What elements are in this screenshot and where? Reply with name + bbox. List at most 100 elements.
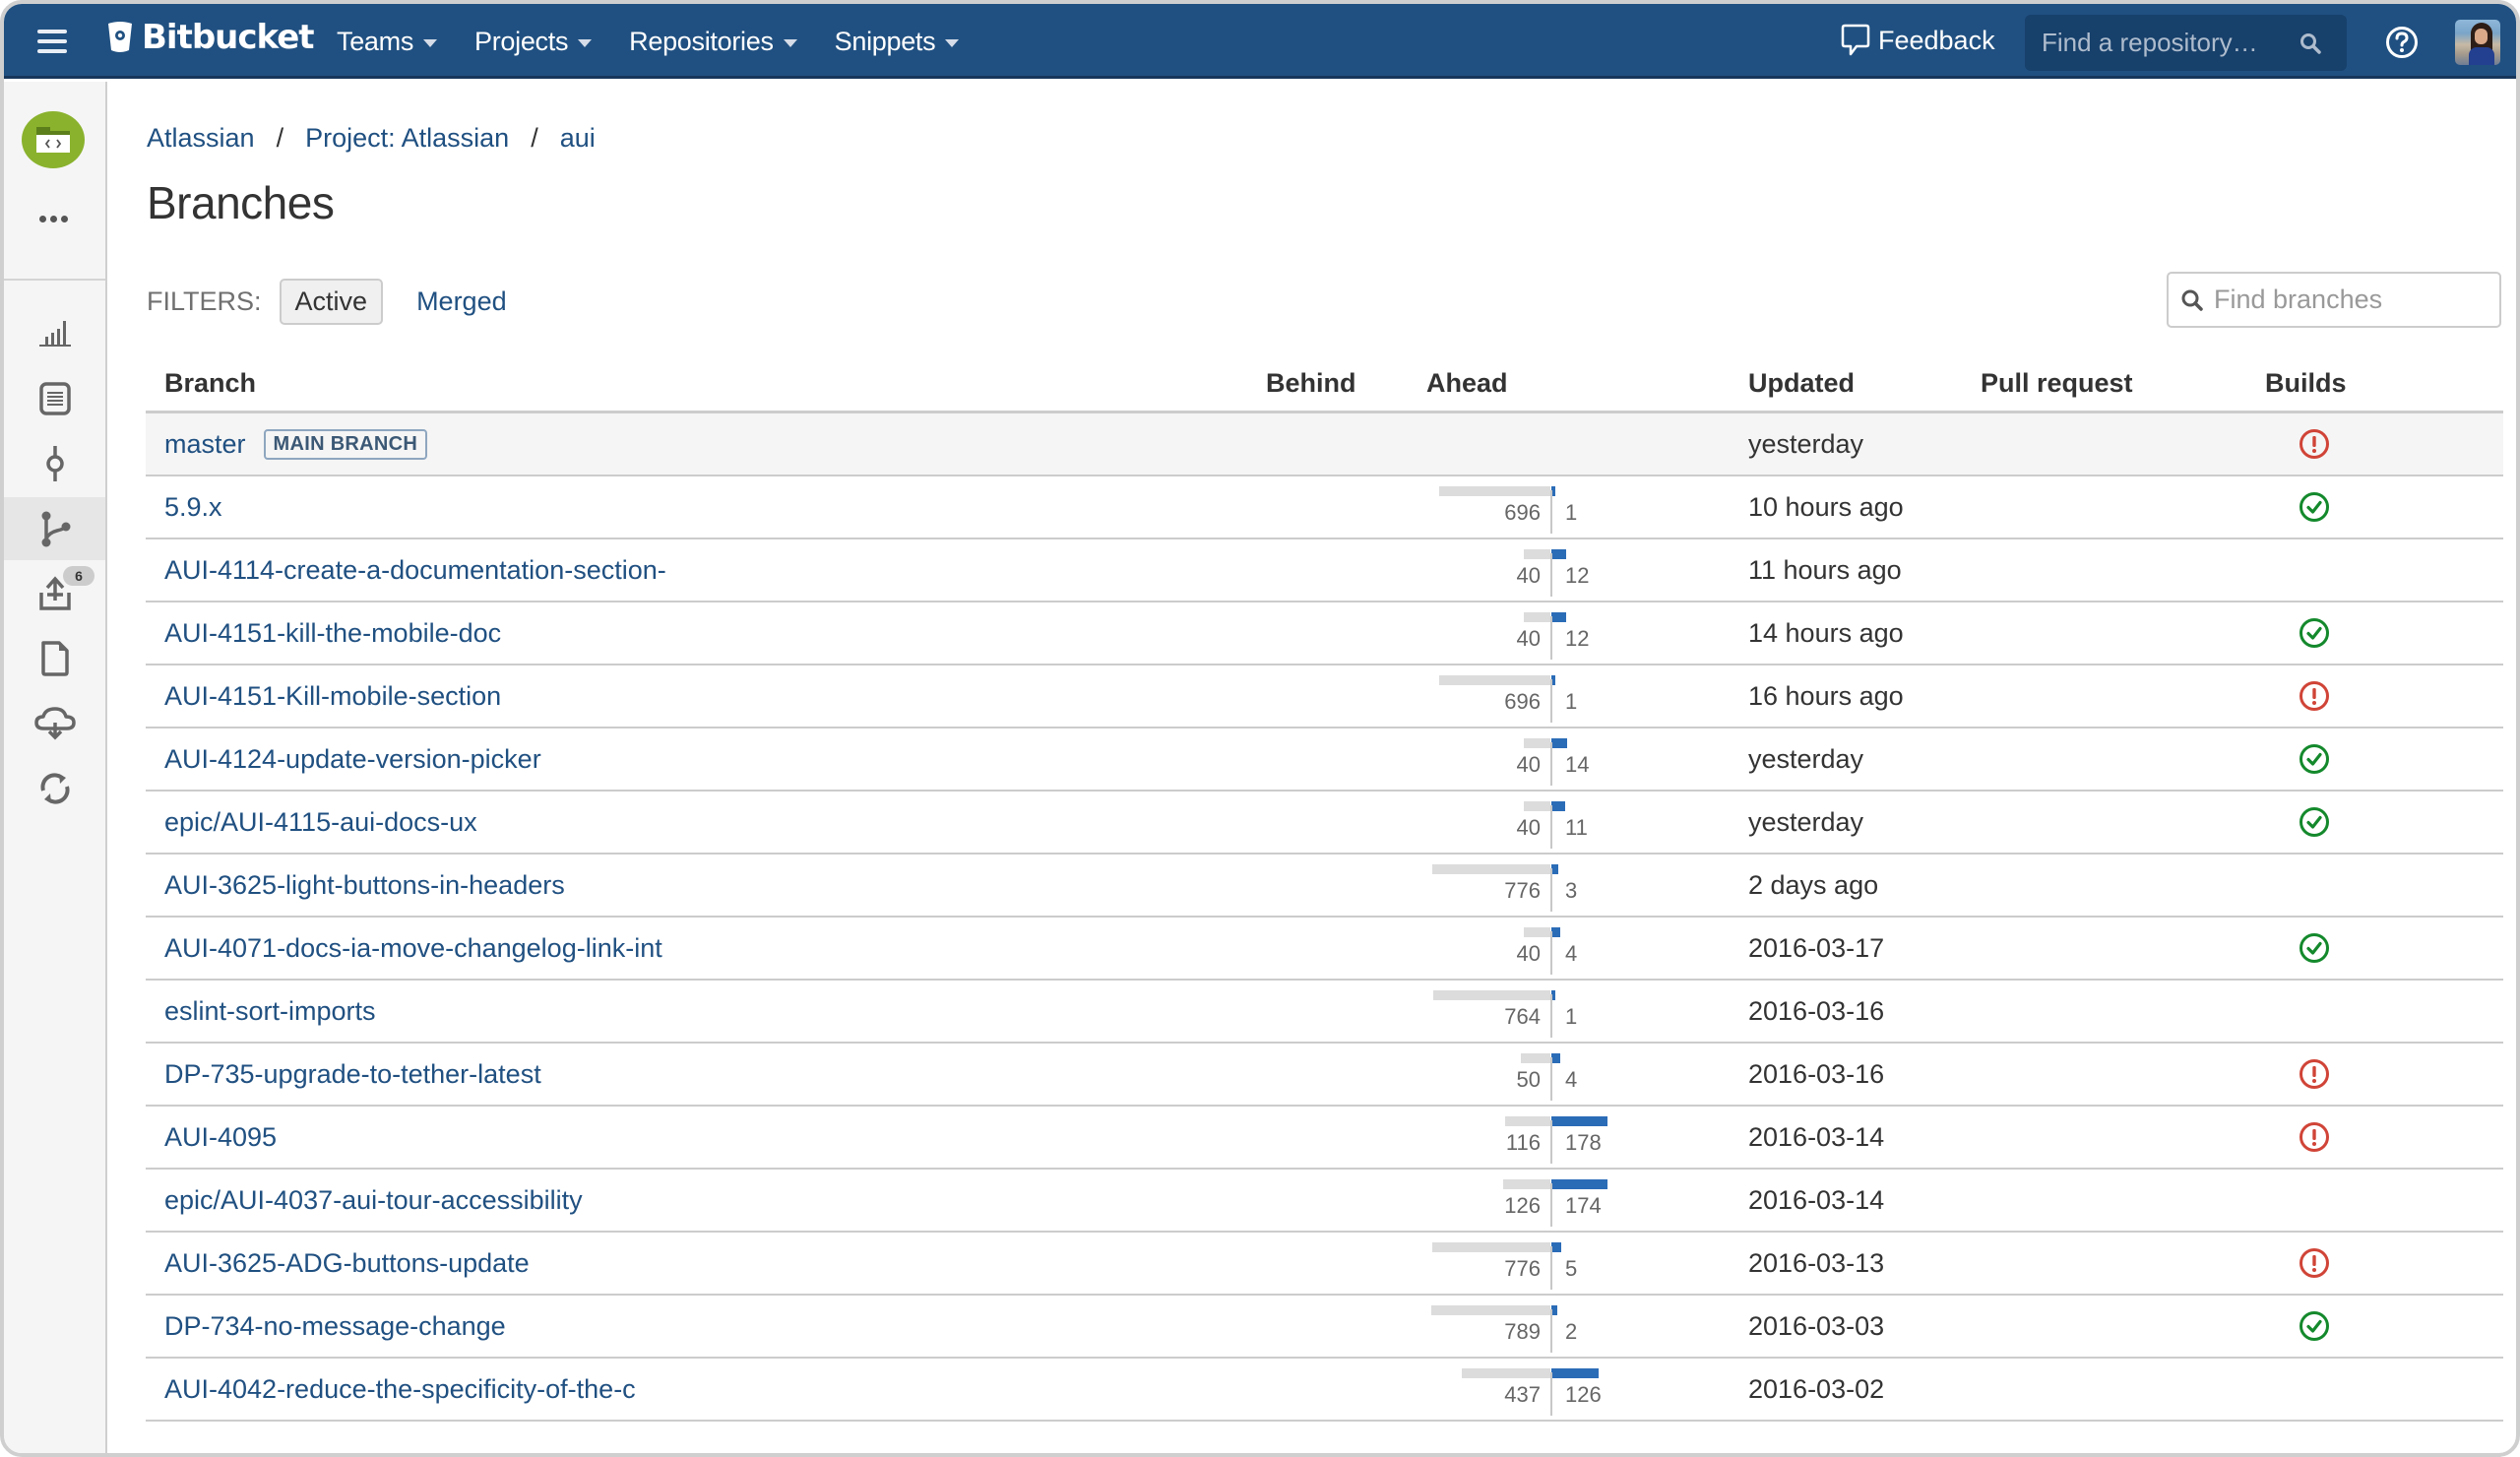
filter-merged-link[interactable]: Merged	[416, 286, 507, 317]
table-row: AUI-3625-ADG-buttons-update 776 5 2016-03-1…	[146, 1233, 2503, 1296]
branch-link[interactable]: DP-735-upgrade-to-tether-latest	[164, 1059, 541, 1090]
branch-link[interactable]: AUI-4114-create-a-documentation-section-	[164, 555, 666, 586]
branch-cell: AUI-3625-ADG-buttons-update	[164, 1233, 530, 1294]
help-icon	[2386, 27, 2418, 58]
branch-link[interactable]: epic/AUI-4115-aui-docs-ux	[164, 807, 477, 838]
column-pull-request[interactable]: Pull request	[1981, 368, 2133, 399]
sidebar-item-branches[interactable]	[4, 497, 105, 560]
column-ahead[interactable]: Ahead	[1426, 368, 1508, 399]
branch-link[interactable]: AUI-3625-light-buttons-in-headers	[164, 870, 565, 901]
sidebar-item-overview[interactable]	[4, 300, 105, 363]
branch-link[interactable]: AUI-4151-kill-the-mobile-doc	[164, 618, 501, 649]
updated-cell: yesterday	[1748, 806, 1864, 837]
nav-snippets[interactable]: Snippets	[835, 27, 960, 57]
divider-line	[1550, 553, 1552, 597]
user-avatar[interactable]	[2455, 20, 2500, 65]
nav-teams[interactable]: Teams	[337, 27, 438, 57]
behind-bar	[1524, 801, 1550, 811]
table-row: AUI-4042-reduce-the-specificity-of-the-c…	[146, 1359, 2503, 1422]
build-success-icon[interactable]	[2299, 602, 2330, 664]
feedback-label: Feedback	[1878, 25, 1995, 55]
ahead-count: 1	[1565, 500, 1578, 525]
commit-icon	[45, 446, 64, 481]
behind-count: 437	[1504, 1382, 1541, 1407]
behind-count: 764	[1504, 1004, 1541, 1029]
updated-cell: 2016-03-14	[1748, 1184, 1885, 1215]
behind-ahead-indicator: 776 5	[1416, 1233, 1671, 1294]
behind-bar	[1432, 864, 1550, 874]
updated-cell: 2016-03-13	[1748, 1247, 1885, 1278]
table-row: AUI-4151-kill-the-mobile-doc 40 12 14 hours…	[146, 602, 2503, 665]
build-success-icon[interactable]	[2299, 918, 2330, 979]
branch-link[interactable]: DP-734-no-message-change	[164, 1311, 506, 1342]
branch-link[interactable]: epic/AUI-4037-aui-tour-accessibility	[164, 1185, 583, 1216]
feedback-button[interactable]: Feedback	[1841, 24, 1995, 57]
behind-count: 40	[1516, 626, 1541, 651]
chevron-down-icon	[945, 38, 960, 47]
ahead-bar	[1551, 1242, 1561, 1252]
branch-link[interactable]: AUI-4124-update-version-picker	[164, 744, 541, 775]
breadcrumb-repository[interactable]: aui	[560, 123, 596, 154]
sidebar-item-sync[interactable]	[4, 757, 105, 820]
table-row: master MAIN BRANCH yesterday	[146, 413, 2503, 476]
sidebar-item-source[interactable]	[4, 367, 105, 430]
bitbucket-logo[interactable]: Bitbucket	[106, 18, 315, 57]
find-branches-field[interactable]	[2167, 272, 2501, 328]
bucket-icon	[108, 22, 132, 52]
sidebar-item-pull-requests[interactable]: 6	[4, 562, 105, 625]
ahead-count: 12	[1565, 626, 1590, 651]
branch-link[interactable]: AUI-3625-ADG-buttons-update	[164, 1248, 530, 1279]
help-button[interactable]	[2385, 26, 2419, 64]
column-updated[interactable]: Updated	[1748, 368, 1855, 399]
more-icon[interactable]	[39, 216, 72, 222]
build-failed-icon[interactable]	[2299, 665, 2330, 727]
sidebar-item-downloads[interactable]	[4, 692, 105, 755]
branch-link[interactable]: AUI-4042-reduce-the-specificity-of-the-c	[164, 1374, 636, 1405]
column-builds[interactable]: Builds	[2265, 368, 2347, 399]
bar-chart-icon	[38, 321, 71, 347]
column-branch[interactable]: Branch	[164, 368, 256, 399]
build-success-icon[interactable]	[2299, 1296, 2330, 1357]
build-success-icon[interactable]	[2299, 728, 2330, 790]
sidebar-item-commits[interactable]	[4, 432, 105, 495]
nav-projects[interactable]: Projects	[474, 27, 593, 57]
build-failed-icon[interactable]	[2299, 1107, 2330, 1168]
build-success-icon[interactable]	[2299, 792, 2330, 853]
filter-active-button[interactable]: Active	[279, 279, 384, 325]
build-failed-icon[interactable]	[2299, 1233, 2330, 1294]
breadcrumb-project[interactable]: Project: Atlassian	[305, 123, 509, 154]
main-branch-lozenge: MAIN BRANCH	[263, 428, 428, 460]
updated-cell: 2016-03-14	[1748, 1121, 1885, 1152]
build-failed-icon[interactable]	[2299, 413, 2330, 475]
behind-ahead-indicator: 764 1	[1416, 981, 1671, 1042]
branch-link[interactable]: AUI-4151-Kill-mobile-section	[164, 681, 501, 712]
sync-icon	[39, 773, 70, 804]
build-failed-icon[interactable]	[2299, 1044, 2330, 1105]
menu-icon[interactable]	[37, 30, 67, 53]
project-avatar[interactable]	[22, 111, 85, 168]
branch-link[interactable]: AUI-4095	[164, 1122, 277, 1153]
repository-search-input[interactable]	[2042, 28, 2298, 58]
branch-cell: AUI-3625-light-buttons-in-headers	[164, 855, 565, 916]
build-success-icon[interactable]	[2299, 476, 2330, 538]
nav-repositories[interactable]: Repositories	[629, 27, 797, 57]
column-behind[interactable]: Behind	[1266, 368, 1356, 399]
divider-line	[1550, 805, 1552, 849]
branch-link[interactable]: master	[164, 429, 246, 460]
branch-link[interactable]: 5.9.x	[164, 492, 222, 523]
repository-search[interactable]	[2025, 15, 2347, 71]
table-row: DP-735-upgrade-to-tether-latest 50 4 2016-0…	[146, 1044, 2503, 1107]
behind-count: 40	[1516, 752, 1541, 777]
behind-bar	[1432, 1242, 1550, 1252]
behind-count: 776	[1504, 1256, 1541, 1281]
sidebar-item-files[interactable]	[4, 627, 105, 690]
nav-snippets-label: Snippets	[834, 26, 936, 56]
ahead-count: 126	[1565, 1382, 1602, 1407]
branch-link[interactable]: eslint-sort-imports	[164, 996, 376, 1027]
updated-cell: 2016-03-16	[1748, 995, 1885, 1026]
behind-bar	[1524, 738, 1550, 748]
find-branches-input[interactable]	[2214, 285, 2489, 315]
behind-count: 116	[1505, 1130, 1541, 1155]
breadcrumb-atlassian[interactable]: Atlassian	[147, 123, 255, 154]
branch-link[interactable]: AUI-4071-docs-ia-move-changelog-link-int	[164, 933, 662, 964]
